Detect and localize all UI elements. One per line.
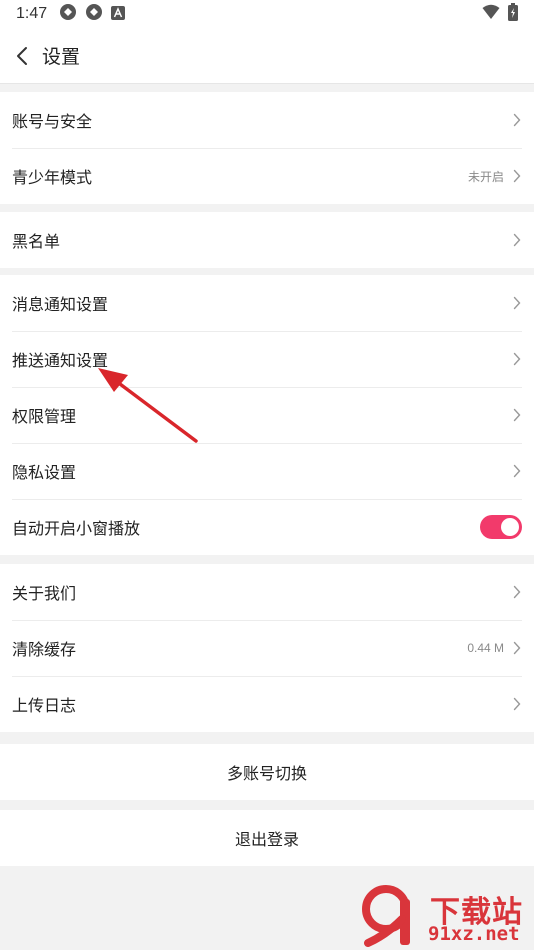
- page-title: 设置: [42, 46, 81, 68]
- push-notification-label: 推送通知设置: [12, 351, 109, 370]
- about-us-item[interactable]: 关于我们: [0, 564, 534, 620]
- clear-cache-item[interactable]: 清除缓存 0.44 M: [0, 620, 534, 676]
- upload-log-item[interactable]: 上传日志: [0, 676, 534, 732]
- about-us-label: 关于我们: [12, 584, 77, 603]
- permissions-item[interactable]: 权限管理: [0, 387, 534, 443]
- chevron-right-icon: [512, 585, 522, 599]
- message-notification-item[interactable]: 消息通知设置: [0, 275, 534, 331]
- auto-mini-window-toggle[interactable]: [480, 515, 522, 539]
- sync-icon: [85, 3, 103, 25]
- clear-cache-label: 清除缓存: [12, 640, 77, 659]
- blacklist-label: 黑名单: [12, 232, 61, 251]
- watermark-logo: 下载站 91xz.net: [362, 885, 532, 947]
- teen-mode-label: 青少年模式: [12, 168, 93, 187]
- chevron-right-icon: [512, 233, 522, 247]
- chevron-right-icon: [512, 408, 522, 422]
- chevron-right-icon: [512, 352, 522, 366]
- back-button[interactable]: [2, 28, 42, 84]
- notifications-group: 消息通知设置 推送通知设置 权限管理 隐私设置 自动开启小窗播放: [0, 275, 534, 555]
- about-group: 关于我们 清除缓存 0.44 M 上传日志: [0, 564, 534, 732]
- chevron-right-icon: [512, 641, 522, 655]
- account-security-label: 账号与安全: [12, 112, 93, 131]
- watermark-text-url: 91xz.net: [428, 923, 520, 945]
- chevron-right-icon: [512, 464, 522, 478]
- watermark-emblem-icon: [362, 885, 410, 947]
- push-notification-item[interactable]: 推送通知设置: [0, 331, 534, 387]
- message-notification-label: 消息通知设置: [12, 295, 109, 314]
- app-a-icon: [111, 5, 126, 24]
- status-time: 1:47: [16, 5, 48, 22]
- app-header: 设置: [0, 28, 534, 84]
- upload-log-label: 上传日志: [12, 696, 77, 715]
- sync-icon: [59, 3, 77, 25]
- chevron-right-icon: [512, 697, 522, 711]
- switch-account-button[interactable]: 多账号切换: [0, 744, 534, 800]
- teen-mode-status: 未开启: [467, 169, 504, 184]
- privacy-label: 隐私设置: [12, 463, 77, 482]
- status-bar: 1:47: [0, 0, 534, 28]
- auto-mini-window-label: 自动开启小窗播放: [12, 519, 141, 538]
- chevron-right-icon: [512, 113, 522, 127]
- account-group: 账号与安全 青少年模式 未开启: [0, 92, 534, 204]
- chevron-right-icon: [512, 296, 522, 310]
- cache-size-value: 0.44 M: [467, 641, 504, 655]
- chevron-right-icon: [512, 169, 522, 183]
- battery-icon: [508, 3, 518, 25]
- account-security-item[interactable]: 账号与安全: [0, 92, 534, 148]
- logout-button[interactable]: 退出登录: [0, 810, 534, 866]
- teen-mode-item[interactable]: 青少年模式 未开启: [0, 148, 534, 204]
- wifi-icon: [482, 4, 500, 24]
- blacklist-group: 黑名单: [0, 212, 534, 268]
- blacklist-item[interactable]: 黑名单: [0, 212, 534, 268]
- toggle-knob: [501, 518, 519, 536]
- logout-group: 退出登录: [0, 810, 534, 866]
- chevron-left-icon: [17, 46, 27, 65]
- permissions-label: 权限管理: [12, 407, 77, 426]
- auto-mini-window-item: 自动开启小窗播放: [0, 499, 534, 555]
- switch-account-group: 多账号切换: [0, 744, 534, 800]
- privacy-item[interactable]: 隐私设置: [0, 443, 534, 499]
